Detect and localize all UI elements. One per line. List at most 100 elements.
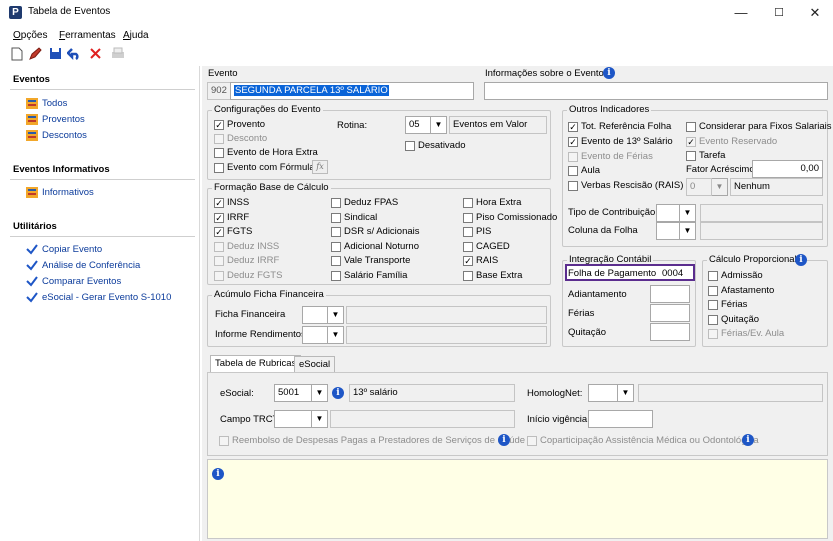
esocial-dropdown[interactable]: ▼ xyxy=(312,384,328,402)
maximize-button[interactable]: ☐ xyxy=(761,3,797,23)
reembolso-checkbox[interactable] xyxy=(219,436,229,446)
sidebar-item-copiar-evento[interactable]: Copiar Evento xyxy=(42,244,102,255)
new-icon[interactable] xyxy=(9,47,24,62)
formacao-checkbox[interactable] xyxy=(463,198,473,208)
verbas-checkbox[interactable] xyxy=(568,181,578,191)
ficha-input[interactable] xyxy=(302,306,328,324)
formula-checkbox[interactable] xyxy=(214,163,224,173)
coluna-dropdown[interactable]: ▼ xyxy=(680,222,696,240)
app-icon: P xyxy=(9,6,22,19)
tab-tabela-rubricas[interactable]: Tabela de Rubricas xyxy=(210,355,302,373)
reservado-checkbox[interactable]: ✓ xyxy=(686,137,696,147)
formacao-checkbox[interactable] xyxy=(331,198,341,208)
afastamento-label: Afastamento xyxy=(721,285,775,296)
folha-value[interactable]: 0004 xyxy=(662,268,683,279)
aula-checkbox[interactable] xyxy=(568,166,578,176)
info-icon[interactable]: i xyxy=(742,434,754,446)
edit-icon[interactable] xyxy=(27,47,42,62)
copart-checkbox[interactable] xyxy=(527,436,537,446)
sidebar-item-esocial-s1010[interactable]: eSocial - Gerar Evento S-1010 xyxy=(42,292,171,303)
fator-input[interactable]: 0,00 xyxy=(752,160,823,178)
info-icon[interactable]: i xyxy=(498,434,510,446)
rotina-input[interactable]: 05 xyxy=(405,116,431,134)
info-icon[interactable]: i xyxy=(603,67,615,79)
info-icon[interactable]: i xyxy=(332,387,344,399)
trct-input[interactable] xyxy=(274,410,312,428)
sidebar-item-analise[interactable]: Análise de Conferência xyxy=(42,260,140,271)
formacao-label: RAIS xyxy=(476,255,499,266)
admissao-checkbox[interactable] xyxy=(708,271,718,281)
tot-ref-checkbox[interactable]: ✓ xyxy=(568,122,578,132)
formacao-checkbox[interactable] xyxy=(214,270,224,281)
formacao-checkbox[interactable] xyxy=(331,241,341,252)
homolognet-input[interactable] xyxy=(588,384,618,402)
formacao-checkbox[interactable] xyxy=(214,241,224,252)
sidebar-item-descontos[interactable]: Descontos xyxy=(42,130,87,141)
quitacao-contab-input[interactable] xyxy=(650,323,690,341)
formacao-checkbox[interactable] xyxy=(331,270,341,281)
formula-button[interactable]: fx xyxy=(312,160,328,174)
undo-icon[interactable] xyxy=(65,47,81,62)
fixos-checkbox[interactable] xyxy=(686,122,696,132)
list-icon xyxy=(26,130,38,141)
formacao-label: Deduz FGTS xyxy=(227,269,283,281)
evento-code: 902 xyxy=(207,82,231,100)
formacao-checkbox[interactable] xyxy=(331,227,341,237)
rotina-dropdown[interactable]: ▼ xyxy=(431,116,447,134)
evento-ferias-checkbox[interactable] xyxy=(568,152,578,162)
desconto-checkbox[interactable] xyxy=(214,134,224,144)
menu-ferramentas[interactable]: Ferramentas xyxy=(59,30,116,41)
sidebar-item-informativos[interactable]: Informativos xyxy=(42,187,94,198)
formacao-checkbox[interactable]: ✓ xyxy=(214,198,224,208)
hora-extra-checkbox[interactable] xyxy=(214,148,224,158)
evento-13-checkbox[interactable]: ✓ xyxy=(568,137,578,147)
formacao-checkbox[interactable] xyxy=(331,212,341,223)
info-evento-input[interactable] xyxy=(484,82,828,100)
esocial-input[interactable]: 5001 xyxy=(274,384,312,402)
tarefa-checkbox[interactable] xyxy=(686,151,696,161)
informe-dropdown[interactable]: ▼ xyxy=(328,326,344,344)
ficha-dropdown[interactable]: ▼ xyxy=(328,306,344,324)
evento-name-input[interactable]: SEGUNDA PARCELA 13º SALÁRIO xyxy=(230,82,474,100)
sidebar-item-proventos[interactable]: Proventos xyxy=(42,114,85,125)
menu-opcoes[interactable]: Opções xyxy=(13,30,47,41)
formacao-checkbox[interactable]: ✓ xyxy=(463,256,473,266)
formacao-checkbox[interactable]: ✓ xyxy=(214,212,224,223)
formacao-checkbox[interactable] xyxy=(463,241,473,252)
delete-icon[interactable] xyxy=(88,47,103,62)
save-icon[interactable] xyxy=(48,47,63,62)
ferias-prop-checkbox[interactable] xyxy=(708,300,718,310)
inicio-vigencia-input[interactable] xyxy=(588,410,653,428)
ferias-aula-checkbox[interactable] xyxy=(708,329,718,339)
info-icon: i xyxy=(212,468,224,480)
provento-checkbox[interactable]: ✓ xyxy=(214,120,224,130)
formacao-checkbox[interactable] xyxy=(331,256,341,266)
menu-ajuda[interactable]: Ajuda xyxy=(123,30,149,41)
ferias-contab-input[interactable] xyxy=(650,304,690,322)
sidebar-item-todos[interactable]: Todos xyxy=(42,98,67,109)
nenhum-dropdown[interactable]: ▼ xyxy=(712,178,728,196)
informe-input[interactable] xyxy=(302,326,328,344)
afastamento-checkbox[interactable] xyxy=(708,286,718,296)
close-button[interactable]: ✕ xyxy=(797,3,833,23)
adiantamento-input[interactable] xyxy=(650,285,690,303)
formacao-checkbox[interactable] xyxy=(463,270,473,281)
esocial-label: eSocial: xyxy=(220,388,254,399)
print-icon[interactable] xyxy=(110,47,125,62)
formacao-checkbox[interactable]: ✓ xyxy=(214,227,224,237)
minimize-button[interactable]: — xyxy=(723,3,759,23)
trct-dropdown[interactable]: ▼ xyxy=(312,410,328,428)
homolognet-dropdown[interactable]: ▼ xyxy=(618,384,634,402)
formacao-checkbox[interactable] xyxy=(463,212,473,223)
informe-label: Informe Rendimentos xyxy=(215,329,306,340)
formacao-checkbox[interactable] xyxy=(463,227,473,237)
tipo-contrib-input[interactable] xyxy=(656,204,680,222)
sidebar-item-comparar[interactable]: Comparar Eventos xyxy=(42,276,121,287)
desativado-checkbox[interactable] xyxy=(405,141,415,151)
quitacao-prop-checkbox[interactable] xyxy=(708,315,718,325)
tipo-contrib-dropdown[interactable]: ▼ xyxy=(680,204,696,222)
sidebar-divider xyxy=(10,89,195,90)
info-icon[interactable]: i xyxy=(795,254,807,266)
coluna-input[interactable] xyxy=(656,222,680,240)
formacao-checkbox[interactable] xyxy=(214,256,224,266)
